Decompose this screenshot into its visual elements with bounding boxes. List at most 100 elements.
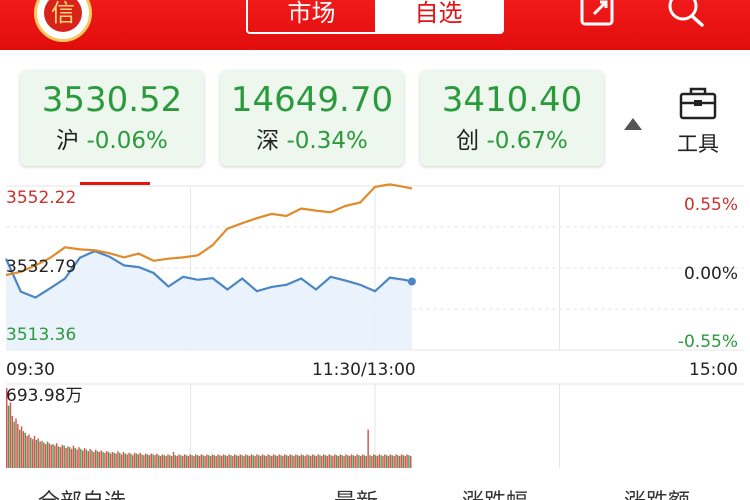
volume-bar (237, 456, 240, 468)
volume-bar (354, 456, 356, 468)
volume-bar (48, 443, 51, 468)
volume-bar (378, 454, 380, 468)
volume-bar (11, 416, 14, 468)
volume-bar (408, 455, 410, 468)
tab-market[interactable]: 市场 (248, 0, 375, 32)
index-card-sh[interactable]: 3530.52 沪 -0.06% (20, 70, 204, 166)
volume-bar (284, 454, 286, 468)
volume-bar (43, 442, 45, 468)
volume-bar (293, 456, 295, 468)
volume-bar (352, 455, 355, 468)
volume-bar (252, 455, 254, 468)
volume-bar (337, 456, 340, 468)
volume-bar (135, 453, 138, 468)
volume-bar (406, 454, 408, 468)
volume-bar (276, 456, 279, 468)
volume-bar (289, 454, 292, 468)
volume-bar (104, 452, 106, 468)
volume-bar (20, 426, 23, 468)
volume-bar (163, 455, 165, 468)
share-icon[interactable] (578, 0, 618, 30)
volume-bar (100, 450, 102, 468)
volume-bar (393, 456, 395, 468)
y-right-bottom: -0.55% (677, 332, 738, 352)
y-right-top: 0.55% (683, 195, 738, 215)
volume-bar (183, 454, 186, 468)
index-cards: 3530.52 沪 -0.06% 14649.70 深 -0.34% 3410.… (0, 50, 750, 180)
volume-bar (324, 455, 327, 468)
volume-bar (410, 456, 412, 468)
volume-bar (117, 451, 119, 468)
volume-bar (230, 455, 232, 468)
volume-bar (89, 448, 91, 468)
volume-bar (206, 454, 208, 468)
volume-bar (74, 448, 77, 468)
volume-bar (18, 429, 21, 468)
volume-bar (250, 454, 253, 468)
volume-bar (311, 454, 314, 468)
index-change: -0.06% (86, 128, 168, 154)
volume-bar (70, 448, 73, 468)
index-card-sz[interactable]: 14649.70 深 -0.34% (220, 70, 404, 166)
volume-bar (31, 439, 34, 468)
volume-bar (211, 454, 214, 468)
volume-bar (241, 455, 243, 468)
volume-bar (235, 455, 238, 468)
volume-bar (278, 454, 280, 468)
index-name: 沪 (56, 128, 80, 154)
tab-watchlist[interactable]: 自选 (375, 0, 502, 32)
volume-bar (196, 455, 199, 468)
intraday-chart[interactable]: 3552.22 3532.79 3513.36 0.55% 0.00% -0.5… (0, 180, 750, 500)
index-card-cy[interactable]: 3410.40 创 -0.67% (420, 70, 604, 166)
volume-bar (345, 454, 347, 468)
volume-bar (233, 454, 236, 468)
volume-bar (402, 455, 405, 468)
volume-bar (296, 455, 299, 468)
volume-bar (13, 421, 15, 468)
volume-bar (398, 456, 401, 468)
volume-bar (321, 456, 323, 468)
volume-bar (115, 453, 117, 468)
volume-bar (358, 455, 360, 468)
volume-bar (176, 456, 178, 468)
volume-bar (256, 454, 258, 468)
volume-bar (285, 455, 288, 468)
search-icon[interactable] (666, 0, 706, 30)
volume-bar (215, 456, 217, 468)
brand-logo[interactable]: 信 (34, 0, 92, 42)
sort-change-amt[interactable]: 涨跌额 (624, 490, 690, 500)
collapse-arrow-icon[interactable] (624, 118, 642, 130)
volume-bar (72, 445, 75, 468)
volume-bar (156, 453, 158, 468)
sort-change-pct[interactable]: 涨跌幅 (462, 490, 528, 500)
volume-bar (232, 456, 234, 468)
index-change: -0.67% (486, 128, 568, 154)
volume-bar (287, 456, 290, 468)
volume-bar (239, 454, 241, 468)
volume-bar (128, 452, 130, 468)
volume-bar (361, 454, 364, 468)
tools-button[interactable]: 工具 (668, 86, 728, 158)
volume-bar (122, 452, 125, 468)
volume-bar (365, 456, 368, 468)
volume-max-label: 693.98万 (6, 386, 83, 406)
volume-bar (167, 454, 169, 468)
volume-bar (85, 449, 88, 468)
volume-bar (63, 445, 65, 468)
volume-bar (347, 455, 349, 468)
volume-bar (78, 447, 80, 468)
volume-bar (195, 454, 197, 468)
volume-bar (132, 455, 134, 468)
watchlist-all-tab[interactable]: 全部自选 (38, 490, 126, 500)
volume-bar (224, 455, 227, 468)
volume-bar (133, 452, 136, 468)
volume-bar (35, 440, 38, 468)
volume-bar (30, 437, 32, 468)
volume-bar (298, 456, 301, 468)
sort-latest[interactable]: 最新 (334, 490, 378, 500)
volume-bar (326, 456, 329, 468)
volume-bar (295, 454, 297, 468)
volume-bar (126, 454, 128, 468)
volume-bar (81, 450, 84, 468)
volume-bar (245, 454, 247, 468)
